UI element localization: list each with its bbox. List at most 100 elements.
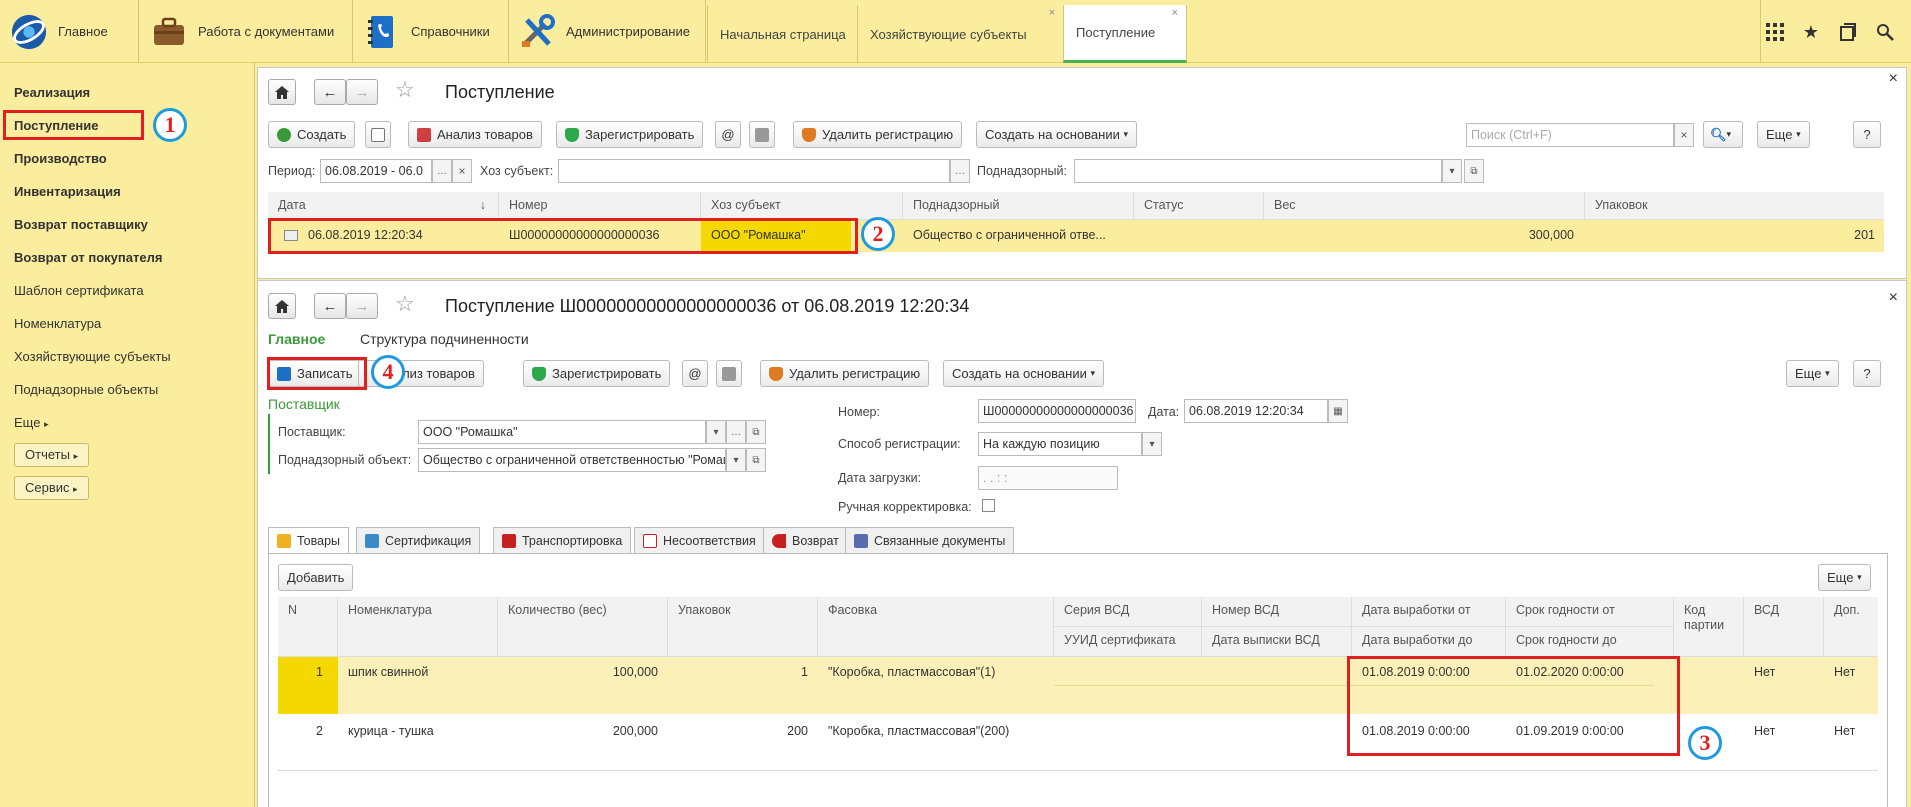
chevron-down-icon[interactable]: ▾ [1442, 159, 1462, 183]
column-weight[interactable]: Вес [1264, 192, 1585, 219]
section-admin[interactable]: Администрирование [518, 0, 698, 63]
clear-icon[interactable]: × [452, 159, 472, 183]
column-expiry-to[interactable]: Срок годности до [1506, 627, 1674, 657]
search-input[interactable]: Поиск (Ctrl+F) [1466, 123, 1674, 147]
delete-registration-button[interactable]: Удалить регистрацию [793, 121, 963, 148]
object-input[interactable]: Общество с ограниченной ответственностью… [418, 448, 726, 472]
favorite-star-icon[interactable]: ☆ [395, 291, 415, 317]
column-vsd-series[interactable]: Серия ВСД [1054, 597, 1202, 627]
table-more-button[interactable]: Еще ▾ [1818, 564, 1871, 591]
tab-mismatches[interactable]: Несоответствия [634, 527, 765, 553]
sidebar-item-nomenclature[interactable]: Номенклатура [14, 316, 101, 331]
column-prod-date-from[interactable]: Дата выработки от [1352, 597, 1506, 627]
tab-transport[interactable]: Транспортировка [493, 527, 632, 553]
create-based-on-button[interactable]: Создать на основании ▾ [976, 121, 1138, 148]
supplier-input[interactable]: ООО "Ромашка" [418, 420, 706, 444]
back-button[interactable]: ← [314, 293, 346, 319]
open-icon[interactable]: ⧉ [746, 420, 766, 444]
column-packages[interactable]: Упаковок [668, 597, 818, 656]
column-extra[interactable]: Доп. [1824, 597, 1878, 656]
help-button[interactable]: ? [1853, 121, 1881, 148]
calendar-icon[interactable]: ▦ [1328, 399, 1348, 423]
open-icon[interactable]: ⧉ [1464, 159, 1484, 183]
column-subject[interactable]: Хоз субъект [701, 192, 903, 219]
open-icon[interactable]: ⧉ [746, 448, 766, 472]
tab-receipt[interactable]: Поступление × [1063, 5, 1187, 63]
column-supervised[interactable]: Поднадзорный [903, 192, 1134, 219]
print-button[interactable] [716, 360, 742, 387]
column-nomenclature[interactable]: Номенклатура [338, 597, 498, 656]
tab-start-page[interactable]: Начальная страница [707, 5, 857, 63]
supplier-select-button[interactable]: … [726, 420, 746, 444]
nav-structure[interactable]: Структура подчиненности [360, 331, 529, 347]
column-date[interactable]: Дата ↓ [268, 192, 499, 219]
clear-icon[interactable]: × [1674, 123, 1694, 147]
sidebar-item-inventory[interactable]: Инвентаризация [14, 184, 121, 199]
email-button[interactable]: @ [682, 360, 708, 387]
register-button[interactable]: Зарегистрировать [556, 121, 704, 148]
sidebar-item-subjects[interactable]: Хозяйствующие субъекты [14, 349, 171, 364]
history-icon[interactable] [1836, 20, 1860, 44]
grid-apps-icon[interactable] [1763, 20, 1787, 44]
close-icon[interactable]: × [1172, 7, 1178, 19]
period-select-button[interactable]: … [432, 159, 452, 183]
tab-subjects[interactable]: Хозяйствующие субъекты × [857, 5, 1063, 63]
reports-button[interactable]: Отчеты ▸ [14, 443, 90, 467]
register-button[interactable]: Зарегистрировать [523, 360, 671, 387]
column-packing[interactable]: Фасовка [818, 597, 1054, 656]
close-form-icon[interactable]: × [1889, 289, 1898, 307]
manual-correction-checkbox[interactable] [982, 499, 995, 512]
home-button[interactable] [268, 79, 296, 105]
search-icon[interactable] [1873, 20, 1897, 44]
column-vsd-issue-date[interactable]: Дата выписки ВСД [1202, 627, 1352, 657]
service-button[interactable]: Сервис ▸ [14, 476, 89, 500]
column-prod-date-to[interactable]: Дата выработки до [1352, 627, 1506, 657]
chevron-down-icon[interactable]: ▾ [726, 448, 746, 472]
tab-certification[interactable]: Сертификация [356, 527, 481, 553]
more-button[interactable]: Еще ▾ [1757, 121, 1810, 148]
column-vsd[interactable]: ВСД [1744, 597, 1824, 656]
delete-registration-button[interactable]: Удалить регистрацию [760, 360, 930, 387]
favorite-star-icon[interactable]: ☆ [395, 77, 415, 103]
email-button[interactable]: @ [715, 121, 741, 148]
reg-method-select[interactable]: На каждую позицию [978, 432, 1142, 456]
sidebar-item-more[interactable]: Еще ▸ [14, 415, 49, 430]
sidebar-item-cert-template[interactable]: Шаблон сертификата [14, 283, 144, 298]
forward-button[interactable]: → [346, 79, 378, 105]
section-main[interactable]: Главное [10, 0, 130, 63]
sidebar-item-objects[interactable]: Поднадзорные объекты [14, 382, 158, 397]
period-input[interactable]: 06.08.2019 - 06.0 [320, 159, 432, 183]
more-button[interactable]: Еще ▾ [1786, 360, 1839, 387]
column-packages[interactable]: Упаковок [1585, 192, 1884, 219]
close-form-icon[interactable]: × [1889, 70, 1898, 88]
sidebar-item-return-customer[interactable]: Возврат от покупателя [14, 250, 162, 265]
tab-linked-docs[interactable]: Связанные документы [845, 527, 1015, 553]
back-button[interactable]: ← [314, 79, 346, 105]
column-n[interactable]: N [278, 597, 338, 656]
tab-return[interactable]: Возврат [763, 527, 848, 553]
star-icon[interactable]: ★ [1799, 20, 1823, 44]
date-input[interactable]: 06.08.2019 12:20:34 [1184, 399, 1328, 423]
column-quantity[interactable]: Количество (вес) [498, 597, 668, 656]
column-number[interactable]: Номер [499, 192, 701, 219]
nav-main[interactable]: Главное [268, 331, 325, 347]
sidebar-item-return-supplier[interactable]: Возврат поставщику [14, 217, 148, 232]
sidebar-item-production[interactable]: Производство [14, 151, 107, 166]
number-input[interactable]: Ш00000000000000000036 [978, 399, 1136, 423]
column-cert-uuid[interactable]: УУИД сертификата [1054, 627, 1202, 657]
copy-button[interactable] [365, 121, 391, 148]
section-catalogs[interactable]: Справочники [363, 0, 513, 63]
goods-analysis-button[interactable]: Анализ товаров [408, 121, 542, 148]
load-date-input[interactable]: . . : : [978, 466, 1118, 490]
forward-button[interactable]: → [346, 293, 378, 319]
search-button[interactable]: 🔍︎ ▾ [1703, 121, 1743, 148]
chevron-down-icon[interactable]: ▾ [1142, 432, 1162, 456]
section-documents[interactable]: Работа с документами [150, 0, 350, 63]
create-button[interactable]: Создать [268, 121, 356, 148]
subject-filter-input[interactable] [558, 159, 950, 183]
help-button[interactable]: ? [1853, 360, 1881, 387]
column-expiry-from[interactable]: Срок годности от [1506, 597, 1674, 627]
column-batch-code[interactable]: Код партии [1674, 597, 1744, 656]
add-row-button[interactable]: Добавить [278, 564, 354, 591]
sidebar-item-sales[interactable]: Реализация [14, 85, 90, 100]
